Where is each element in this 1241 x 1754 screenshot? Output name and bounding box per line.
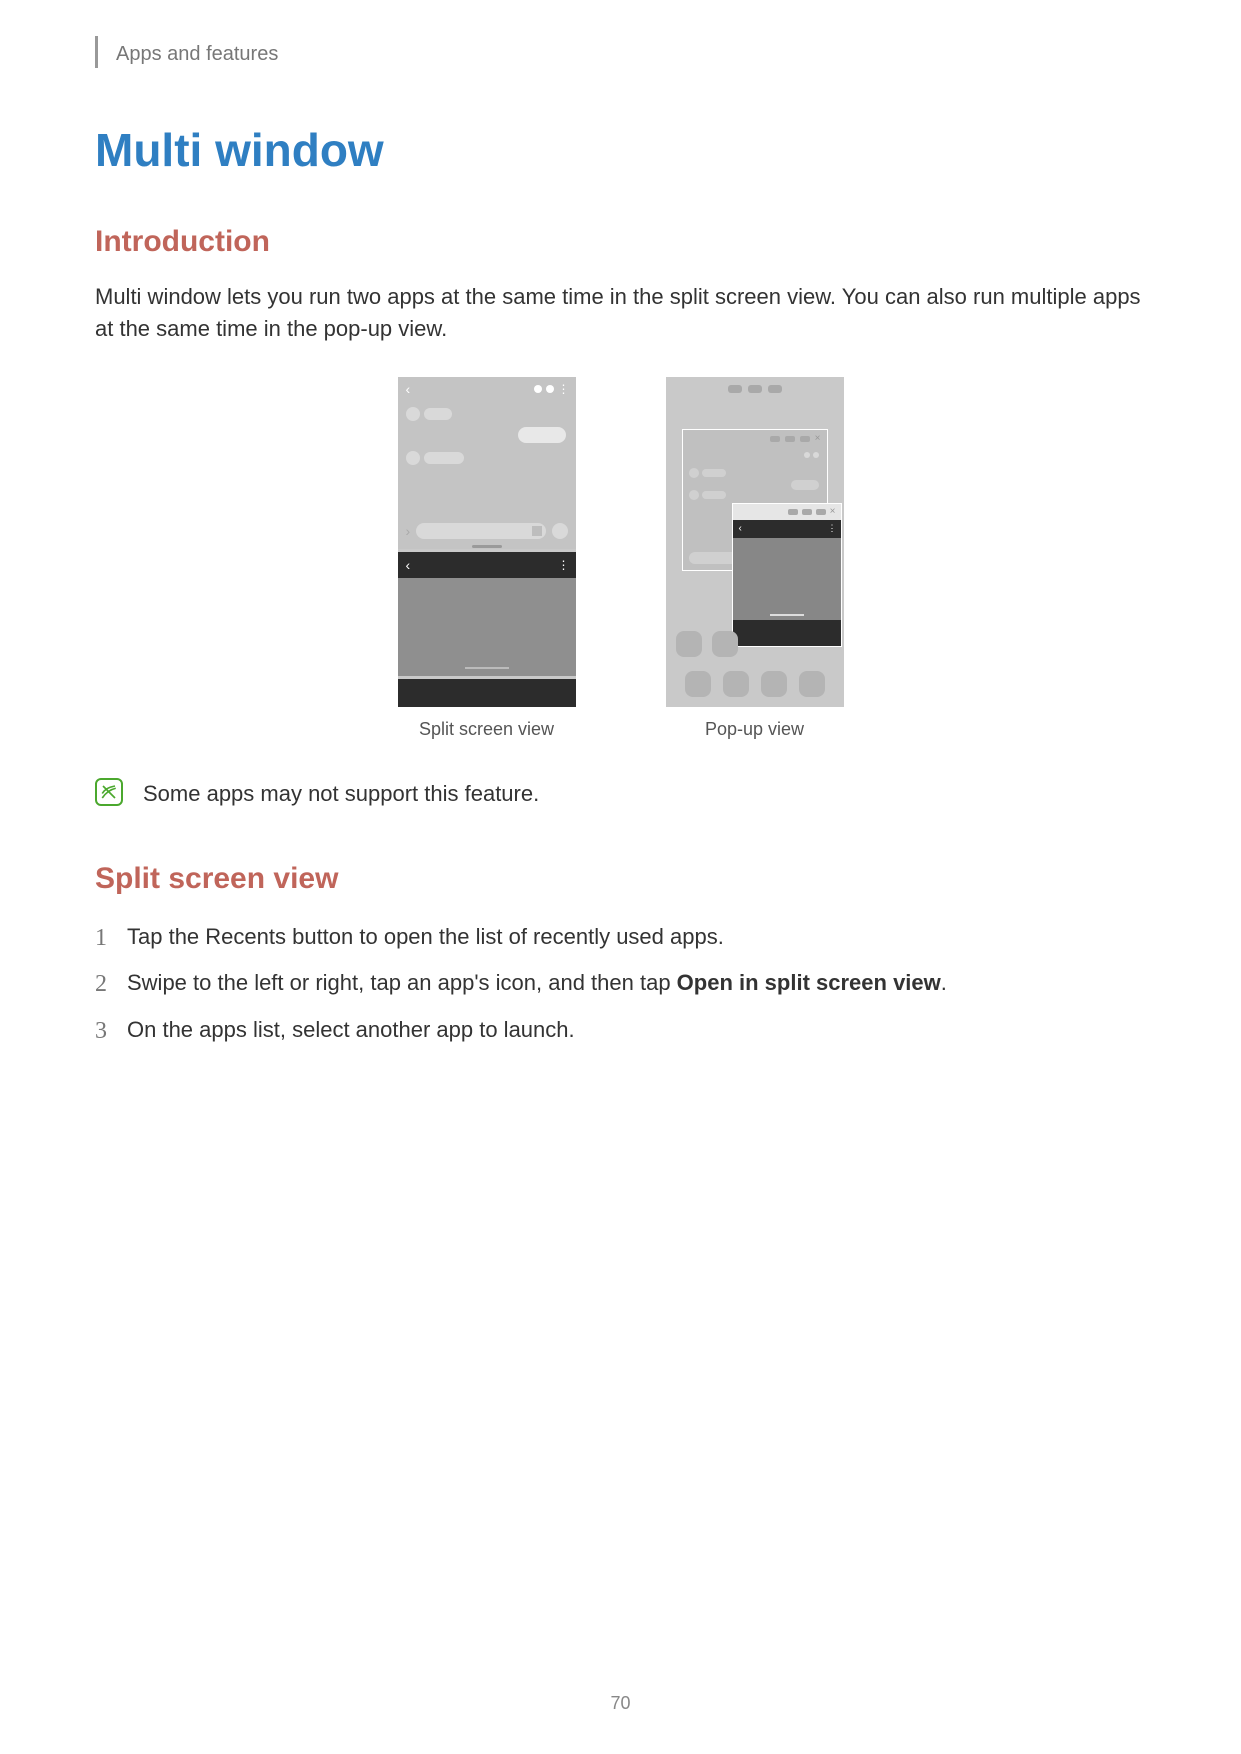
caption-popup: Pop-up view — [705, 719, 804, 740]
breadcrumb: Apps and features — [95, 40, 1146, 68]
screenshot-row: ‹ ⋮ › — [95, 377, 1146, 740]
screenshot-split: ‹ ⋮ › — [398, 377, 576, 740]
note-icon — [95, 778, 123, 806]
popup-window-2: × ‹ ⋮ — [732, 503, 842, 647]
note-text: Some apps may not support this feature. — [143, 776, 539, 810]
back-icon: ‹ — [406, 557, 411, 573]
step-item: 3 On the apps list, select another app t… — [95, 1011, 1146, 1052]
note-block: Some apps may not support this feature. — [95, 776, 1146, 810]
back-icon: ‹ — [739, 523, 742, 534]
breadcrumb-text: Apps and features — [116, 43, 278, 66]
more-icon: ⋮ — [558, 382, 568, 396]
step-item: 1 Tap the Recents button to open the lis… — [95, 918, 1146, 959]
section-split-heading: Split screen view — [95, 862, 1146, 896]
more-icon: ⋮ — [828, 523, 835, 534]
step-number: 3 — [95, 1011, 113, 1052]
steps-list: 1 Tap the Recents button to open the lis… — [95, 918, 1146, 1052]
close-icon: × — [815, 433, 821, 444]
phone-split-screen: ‹ ⋮ › — [398, 377, 576, 707]
phone-popup-view: × × ‹ ⋮ — [666, 377, 844, 707]
page-number: 70 — [0, 1693, 1241, 1714]
step-number: 2 — [95, 964, 113, 1005]
screenshot-popup: × × ‹ ⋮ — [666, 377, 844, 740]
step-number: 1 — [95, 918, 113, 959]
caption-split: Split screen view — [419, 719, 554, 740]
more-icon: ⋮ — [558, 558, 568, 572]
back-icon: ‹ — [406, 381, 411, 397]
close-icon: × — [830, 506, 836, 517]
breadcrumb-divider — [95, 36, 98, 68]
intro-paragraph: Multi window lets you run two apps at th… — [95, 281, 1146, 345]
page-title: Multi window — [95, 123, 1146, 177]
section-intro-heading: Introduction — [95, 225, 1146, 259]
step-item: 2 Swipe to the left or right, tap an app… — [95, 964, 1146, 1005]
